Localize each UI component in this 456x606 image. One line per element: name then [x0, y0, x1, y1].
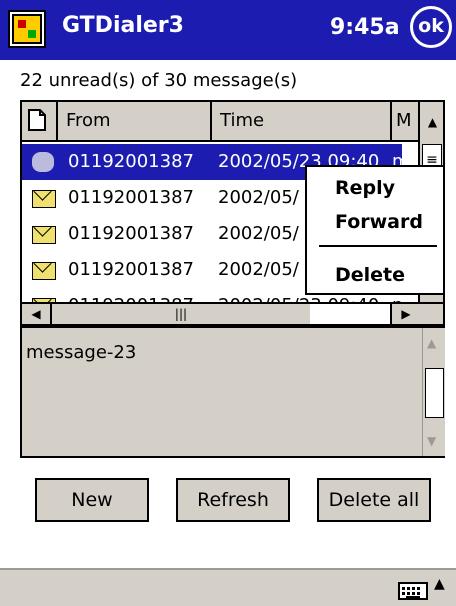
bottom-bar: ▲ — [0, 568, 456, 606]
read-message-icon — [32, 152, 54, 172]
title-bar: GTDialer3 9:45a ok — [0, 0, 456, 60]
horizontal-scrollbar[interactable]: ◀ ||| ▶ — [22, 302, 443, 324]
column-header-m[interactable]: M — [392, 102, 418, 142]
file-icon — [28, 109, 46, 131]
keyboard-icon[interactable] — [398, 582, 428, 600]
from-cell: 01192001387 — [68, 223, 194, 244]
from-cell: 01192001387 — [68, 151, 194, 172]
column-header-icon[interactable] — [22, 102, 58, 142]
app-logo-icon — [8, 10, 46, 48]
input-panel-arrow-icon[interactable]: ▲ — [434, 576, 445, 592]
menu-item-delete[interactable]: Delete — [335, 264, 405, 286]
unread-summary: 22 unread(s) of 30 message(s) — [20, 70, 298, 91]
scroll-down-icon[interactable]: ▼ — [427, 434, 436, 448]
new-button[interactable]: New — [35, 478, 149, 522]
column-header-time[interactable]: Time — [212, 102, 392, 142]
h-scroll-track[interactable] — [310, 304, 390, 324]
menu-item-forward[interactable]: Forward — [335, 211, 423, 233]
menu-item-reply[interactable]: Reply — [335, 177, 395, 199]
clock[interactable]: 9:45a — [330, 15, 400, 40]
scroll-up-icon[interactable]: ▲ — [420, 102, 443, 142]
envelope-icon — [32, 190, 56, 208]
context-menu: Reply Forward Delete — [305, 165, 445, 295]
scroll-up-icon[interactable]: ▲ — [427, 336, 436, 350]
preview-scroll-thumb[interactable] — [425, 368, 444, 418]
delete-all-button[interactable]: Delete all — [317, 478, 431, 522]
preview-scrollbar[interactable]: ▲ ▼ — [422, 328, 445, 456]
from-cell: 01192001387 — [68, 187, 194, 208]
ok-button[interactable]: ok — [410, 6, 452, 48]
envelope-icon — [32, 226, 56, 244]
from-cell: 01192001387 — [68, 259, 194, 280]
scroll-right-icon[interactable]: ▶ — [390, 304, 420, 324]
column-header-from[interactable]: From — [58, 102, 212, 142]
message-preview[interactable]: message-23 ▲ ▼ — [20, 326, 445, 458]
app-title: GTDialer3 — [62, 13, 184, 38]
menu-separator — [319, 245, 437, 247]
refresh-button[interactable]: Refresh — [176, 478, 290, 522]
envelope-icon — [32, 262, 56, 280]
preview-text: message-23 — [26, 342, 137, 363]
scroll-left-icon[interactable]: ◀ — [22, 304, 52, 324]
h-scroll-thumb[interactable]: ||| — [52, 304, 310, 324]
